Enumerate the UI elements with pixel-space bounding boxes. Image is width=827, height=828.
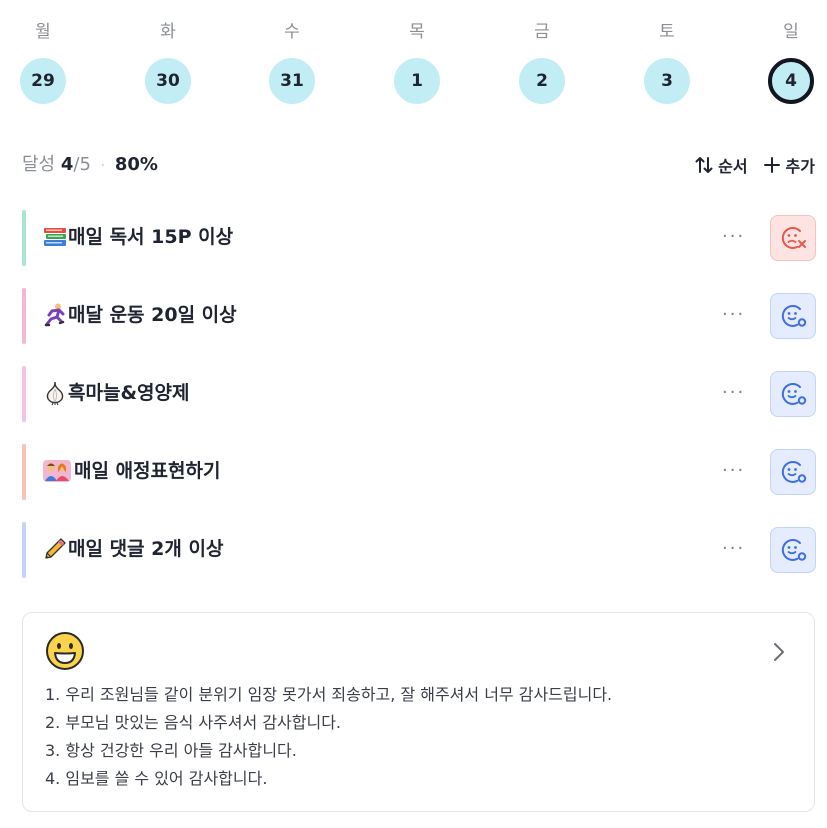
day-date[interactable]: 31	[269, 58, 315, 104]
more-options-button[interactable]: ···	[722, 534, 745, 564]
face-fail-icon	[781, 226, 806, 249]
habit-status-ok-button[interactable]	[770, 527, 816, 573]
habit-status-ok-button[interactable]	[770, 371, 816, 417]
day-thu[interactable]: 목 1	[387, 18, 447, 104]
habit-title: 흑마늘&영양제	[68, 382, 190, 404]
day-name: 일	[783, 22, 799, 42]
habit-status-ok-button[interactable]	[770, 449, 816, 495]
family-icon	[43, 460, 71, 482]
week-strip: 월 29 화 30 수 31 목 1 금 2 토 3 일 4	[0, 0, 827, 120]
face-ok-icon	[781, 382, 807, 405]
books-icon	[44, 228, 66, 246]
day-sun[interactable]: 일 4	[761, 18, 821, 104]
plus-icon	[763, 157, 780, 173]
gratitude-line: 4. 임보를 쓸 수 있어 감사합니다.	[45, 769, 268, 788]
face-ok-icon	[781, 538, 807, 561]
day-date-selected[interactable]: 4	[768, 58, 814, 104]
gratitude-list: 1. 우리 조원님들 같이 분위기 임장 못가서 죄송하고, 잘 해주셔서 너무…	[45, 681, 794, 793]
achievement-summary: 달성 4/5 · 80%	[22, 150, 158, 180]
sort-arrows-icon	[695, 157, 713, 173]
reorder-label: 순서	[718, 157, 748, 176]
achievement-total: /5	[73, 154, 91, 175]
achievement-percent: 80%	[114, 154, 158, 175]
habit-item[interactable]: 매달 운동 20일 이상 ···	[22, 288, 818, 344]
day-name: 화	[160, 22, 176, 42]
habit-item[interactable]: 매일 댓글 2개 이상 ···	[22, 522, 818, 578]
separator: ·	[100, 158, 106, 174]
habit-title: 매일 댓글 2개 이상	[68, 538, 224, 560]
habit-color-bar	[22, 444, 26, 500]
gratitude-line: 3. 항상 건강한 우리 아들 감사합니다.	[45, 741, 297, 760]
day-sat[interactable]: 토 3	[637, 18, 697, 104]
habit-status-ok-button[interactable]	[770, 293, 816, 339]
day-date[interactable]: 3	[644, 58, 690, 104]
add-label: 추가	[785, 157, 815, 176]
more-options-button[interactable]: ···	[722, 300, 745, 330]
pencil-icon	[45, 538, 66, 559]
habit-status-fail-button[interactable]	[770, 215, 816, 261]
chevron-right-icon[interactable]	[772, 641, 786, 663]
habit-color-bar	[22, 522, 26, 578]
more-options-button[interactable]: ···	[722, 222, 745, 252]
grinning-face-icon	[46, 632, 84, 670]
day-name: 월	[35, 22, 51, 42]
day-name: 수	[284, 22, 300, 42]
day-fri[interactable]: 금 2	[512, 18, 572, 104]
runner-icon	[44, 303, 65, 327]
day-name: 금	[534, 22, 550, 42]
garlic-icon	[46, 381, 64, 406]
more-options-button[interactable]: ···	[722, 456, 745, 486]
day-date[interactable]: 1	[394, 58, 440, 104]
habit-color-bar	[22, 210, 26, 266]
day-tue[interactable]: 화 30	[138, 18, 198, 104]
day-date[interactable]: 30	[145, 58, 191, 104]
day-wed[interactable]: 수 31	[262, 18, 322, 104]
habit-title: 매일 독서 15P 이상	[68, 226, 234, 248]
face-ok-icon	[781, 460, 807, 483]
habit-color-bar	[22, 288, 26, 344]
achievement-done: 4	[60, 154, 74, 175]
list-actions: 순서 추가	[694, 150, 815, 180]
habit-item[interactable]: 흑마늘&영양제 ···	[22, 366, 818, 422]
day-name: 목	[409, 22, 425, 42]
habit-title: 매달 운동 20일 이상	[68, 304, 237, 326]
face-ok-icon	[781, 304, 807, 327]
gratitude-line: 2. 부모님 맛있는 음식 사주셔서 감사합니다.	[45, 713, 342, 732]
habit-title: 매일 애정표현하기	[74, 460, 221, 482]
day-mon[interactable]: 월 29	[13, 18, 73, 104]
habit-color-bar	[22, 366, 26, 422]
more-options-button[interactable]: ···	[722, 378, 745, 408]
reorder-button[interactable]: 순서	[694, 153, 748, 177]
day-date[interactable]: 2	[519, 58, 565, 104]
achievement-label: 달성	[22, 154, 56, 175]
day-name: 토	[659, 22, 675, 42]
gratitude-line: 1. 우리 조원님들 같이 분위기 임장 못가서 죄송하고, 잘 해주셔서 너무…	[45, 685, 613, 704]
add-button[interactable]: 추가	[762, 153, 815, 177]
habit-item[interactable]: 매일 애정표현하기 ···	[22, 444, 818, 500]
day-date[interactable]: 29	[20, 58, 66, 104]
gratitude-card[interactable]: 1. 우리 조원님들 같이 분위기 임장 못가서 죄송하고, 잘 해주셔서 너무…	[22, 612, 815, 812]
habit-item[interactable]: 매일 독서 15P 이상 ···	[22, 210, 818, 266]
